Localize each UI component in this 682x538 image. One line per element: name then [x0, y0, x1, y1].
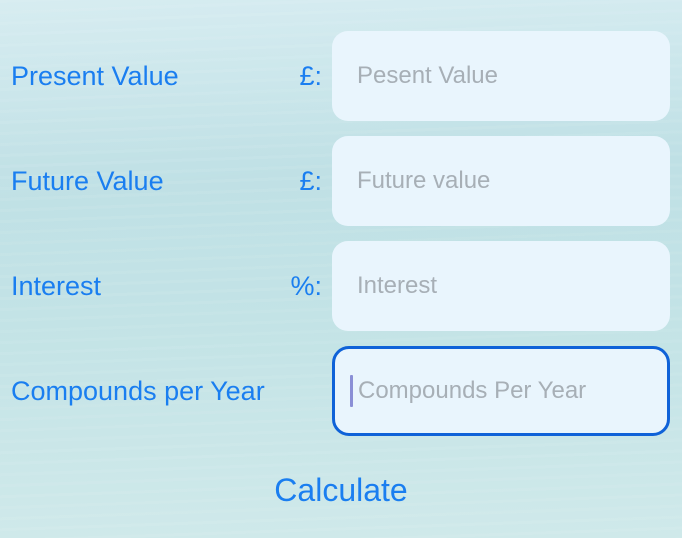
compounds-per-year-label: Compounds per Year	[11, 376, 265, 406]
interest-label: Interest	[11, 271, 102, 301]
interest-placeholder: Interest	[357, 272, 438, 299]
interest-unit: %:	[290, 271, 322, 301]
future-value-input[interactable]: Future value	[332, 136, 670, 226]
present-value-placeholder: Pesent Value	[357, 62, 498, 89]
future-value-placeholder: Future value	[357, 167, 491, 194]
interest-input[interactable]: Interest	[332, 241, 670, 331]
present-value-label: Present Value	[11, 61, 179, 91]
future-value-unit: £:	[299, 166, 322, 196]
future-value-label: Future Value	[11, 166, 164, 196]
compounds-per-year-input[interactable]: Compounds Per Year	[332, 346, 670, 436]
text-caret	[350, 375, 353, 407]
present-value-unit: £:	[299, 61, 322, 91]
calculate-button[interactable]: Calculate	[0, 472, 682, 509]
present-value-input[interactable]: Pesent Value	[332, 31, 670, 121]
compounds-per-year-placeholder: Compounds Per Year	[358, 377, 587, 404]
